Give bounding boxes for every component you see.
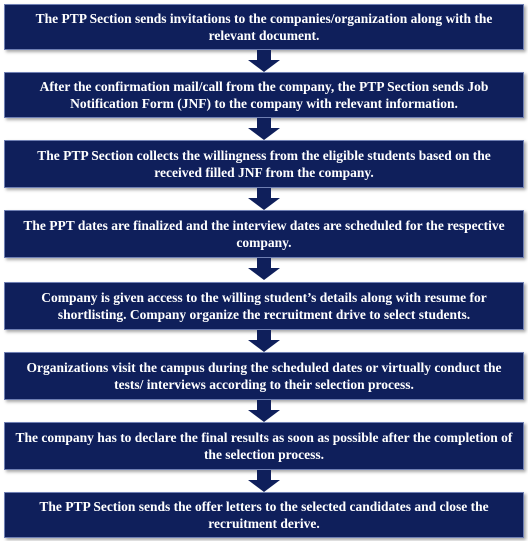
- down-arrow-icon: [248, 50, 280, 72]
- down-arrow-icon: [248, 470, 280, 492]
- step-5-text: Company is given access to the willing s…: [41, 290, 487, 322]
- step-3-box: The PTP Section collects the willingness…: [4, 140, 524, 188]
- down-arrow-icon: [248, 118, 280, 140]
- step-1-box: The PTP Section sends invitations to the…: [4, 4, 524, 50]
- down-arrow-icon: [248, 330, 280, 352]
- down-arrow-icon: [248, 400, 280, 422]
- step-2-box: After the confirmation mail/call from th…: [4, 72, 524, 118]
- step-6-box: Organizations visit the campus during th…: [4, 352, 524, 400]
- step-3-text: The PTP Section collects the willingness…: [37, 148, 491, 180]
- step-1-text: The PTP Section sends invitations to the…: [35, 11, 493, 43]
- step-4-text: The PPT dates are finalized and the inte…: [23, 218, 505, 250]
- down-arrow-icon: [248, 258, 280, 280]
- step-8-text: The PTP Section sends the offer letters …: [39, 499, 489, 531]
- step-8-box: The PTP Section sends the offer letters …: [4, 492, 524, 538]
- step-2-text: After the confirmation mail/call from th…: [39, 79, 489, 111]
- step-7-text: The company has to declare the final res…: [15, 430, 513, 462]
- down-arrow-icon: [248, 188, 280, 210]
- step-6-text: Organizations visit the campus during th…: [26, 360, 502, 392]
- step-7-box: The company has to declare the final res…: [4, 422, 524, 470]
- step-4-box: The PPT dates are finalized and the inte…: [4, 210, 524, 258]
- step-5-box: Company is given access to the willing s…: [4, 282, 524, 330]
